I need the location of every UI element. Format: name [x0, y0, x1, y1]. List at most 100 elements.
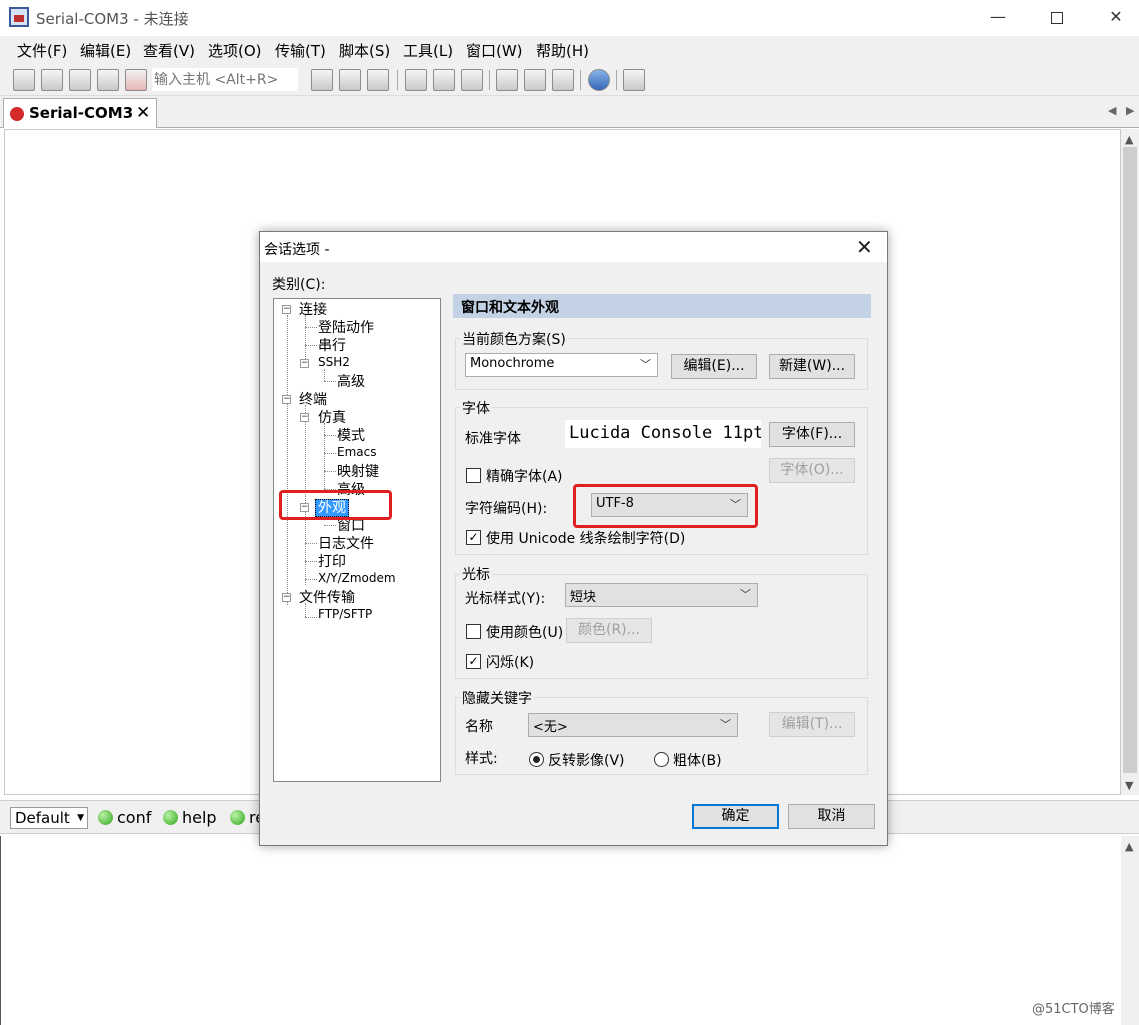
unicode-line-drawing-checkbox[interactable]: ✓ — [466, 530, 481, 545]
print-icon[interactable] — [405, 69, 427, 91]
tree-item-log-file[interactable]: 日志文件 — [318, 533, 374, 553]
menu-edit[interactable]: 编辑(E) — [80, 40, 131, 61]
tab-close-icon[interactable]: ✕ — [136, 103, 150, 123]
blink-checkbox[interactable]: ✓ — [466, 654, 481, 669]
minimize-button[interactable]: — — [968, 0, 1028, 34]
bold-label: 粗体(B) — [673, 753, 722, 769]
terminal-scrollbar[interactable]: ▲ ▼ — [1121, 129, 1139, 795]
watermark: @51CTO博客 — [1032, 1002, 1115, 1017]
reconnect-icon[interactable] — [97, 69, 119, 91]
dialog-close-icon[interactable]: ✕ — [856, 235, 873, 259]
bold-radio[interactable] — [654, 752, 669, 767]
collapse-icon[interactable]: − — [282, 395, 291, 404]
disconnect-icon[interactable] — [125, 69, 147, 91]
tree-item-emacs[interactable]: Emacs — [337, 445, 376, 459]
font-button[interactable]: 字体(F)... — [769, 422, 855, 447]
bar-button-help[interactable]: help — [163, 808, 217, 827]
menu-help[interactable]: 帮助(H) — [536, 40, 589, 61]
scroll-down-icon[interactable]: ▼ — [1125, 779, 1133, 792]
screen-icon[interactable] — [623, 69, 645, 91]
tab-bar: Serial-COM3 ✕ ◀ ▶ — [0, 96, 1139, 128]
collapse-icon[interactable]: − — [300, 359, 309, 368]
menu-script[interactable]: 脚本(S) — [339, 40, 390, 61]
cursor-color-button[interactable]: 颜色(R)... — [566, 618, 652, 643]
scroll-thumb[interactable] — [1123, 147, 1137, 773]
tree-item-xyz-modem[interactable]: X/Y/Zmodem — [318, 571, 396, 585]
quick-connect-icon[interactable] — [41, 69, 63, 91]
narrow-font-button[interactable]: 字体(O)... — [769, 458, 855, 483]
collapse-icon[interactable]: − — [282, 593, 291, 602]
menu-tools[interactable]: 工具(L) — [403, 40, 453, 61]
connect-icon[interactable] — [13, 69, 35, 91]
green-dot-icon — [163, 810, 178, 825]
standard-font-label: 标准字体 — [465, 431, 521, 447]
tree-item-terminal[interactable]: 终端 — [299, 389, 327, 409]
scroll-up-icon[interactable]: ▲ — [1125, 133, 1133, 146]
keywords-group-title: 隐藏关键字 — [460, 688, 534, 708]
toolbar — [0, 64, 1139, 96]
cursor-style-select[interactable]: 短块 ﹀ — [565, 583, 758, 607]
tree-item-ssh2-advanced[interactable]: 高级 — [337, 371, 365, 391]
collapse-icon[interactable]: − — [282, 305, 291, 314]
chevron-down-icon: ﹀ — [740, 588, 751, 601]
toolbar-separator — [580, 70, 581, 90]
keywords-name-select[interactable]: <无> ﹀ — [528, 713, 738, 737]
menu-window[interactable]: 窗口(W) — [466, 40, 523, 61]
tree-item-print[interactable]: 打印 — [318, 551, 346, 571]
use-color-checkbox[interactable] — [466, 624, 481, 639]
print-setup-icon[interactable] — [433, 69, 455, 91]
tree-item-file-transfer[interactable]: 文件传输 — [299, 587, 355, 607]
copy-icon[interactable] — [311, 69, 333, 91]
edit-color-scheme-button[interactable]: 编辑(E)... — [671, 354, 757, 379]
menu-options[interactable]: 选项(O) — [208, 40, 262, 61]
menu-transfer[interactable]: 传输(T) — [275, 40, 326, 61]
scroll-up-icon[interactable]: ▲ — [1125, 840, 1133, 853]
category-tree[interactable]: − 连接 登陆动作 串行 − SSH2 高级 − 终端 − 仿真 模式 Emac… — [273, 298, 441, 782]
printer-icon[interactable] — [461, 69, 483, 91]
connect-tab-icon[interactable] — [69, 69, 91, 91]
tree-guide — [287, 315, 288, 605]
find-icon[interactable] — [367, 69, 389, 91]
section-header: 窗口和文本外观 — [453, 294, 871, 318]
new-color-scheme-button[interactable]: 新建(W)... — [769, 354, 855, 379]
tree-item-mapped-keys[interactable]: 映射键 — [337, 461, 379, 481]
close-button[interactable]: ✕ — [1086, 0, 1139, 34]
tree-guide — [305, 579, 317, 580]
session-options-dialog: 会话选项 - ✕ 类别(C): − 连接 登陆动作 串行 − SSH2 高级 −… — [259, 231, 888, 846]
keywords-edit-button[interactable]: 编辑(T)... — [769, 712, 855, 737]
precise-font-checkbox[interactable] — [466, 468, 481, 483]
tree-item-ssh2[interactable]: SSH2 — [318, 355, 350, 369]
tree-item-emulation[interactable]: 仿真 — [318, 407, 346, 427]
tab-scroll-right-icon[interactable]: ▶ — [1126, 104, 1134, 117]
host-input[interactable] — [152, 68, 298, 91]
tree-item-modes[interactable]: 模式 — [337, 425, 365, 445]
tab-scroll-left-icon[interactable]: ◀ — [1108, 104, 1116, 117]
tab-serial-com3[interactable]: Serial-COM3 ✕ — [3, 98, 157, 128]
tree-item-ftp-sftp[interactable]: FTP/SFTP — [318, 607, 372, 621]
tree-guide — [305, 345, 317, 346]
menu-view[interactable]: 查看(V) — [143, 40, 195, 61]
reverse-video-radio[interactable] — [529, 752, 544, 767]
command-scrollbar[interactable]: ▲ — [1121, 836, 1139, 1025]
session-options-icon[interactable] — [496, 69, 518, 91]
color-scheme-select[interactable]: Monochrome ﹀ — [465, 353, 658, 377]
bar-button-conf[interactable]: conf — [98, 808, 151, 827]
maximize-icon — [1051, 11, 1063, 24]
category-label: 类别(C): — [272, 277, 326, 293]
tree-item-connect[interactable]: 连接 — [299, 299, 327, 319]
cancel-button[interactable]: 取消 — [788, 804, 875, 829]
command-window[interactable] — [0, 836, 1121, 1025]
button-bar-session-select[interactable]: Default ▼ — [10, 807, 88, 829]
collapse-icon[interactable]: − — [300, 413, 309, 422]
help-icon[interactable] — [588, 69, 610, 91]
maximize-button[interactable] — [1027, 0, 1087, 34]
chevron-down-icon: ﹀ — [720, 718, 731, 731]
paste-icon[interactable] — [339, 69, 361, 91]
precise-font-label: 精确字体(A) — [486, 469, 563, 485]
ok-button[interactable]: 确定 — [692, 804, 779, 829]
tree-item-login-actions[interactable]: 登陆动作 — [318, 317, 374, 337]
menu-file[interactable]: 文件(F) — [17, 40, 67, 61]
tree-item-serial[interactable]: 串行 — [318, 335, 346, 355]
global-options-icon[interactable] — [524, 69, 546, 91]
keymap-icon[interactable] — [552, 69, 574, 91]
